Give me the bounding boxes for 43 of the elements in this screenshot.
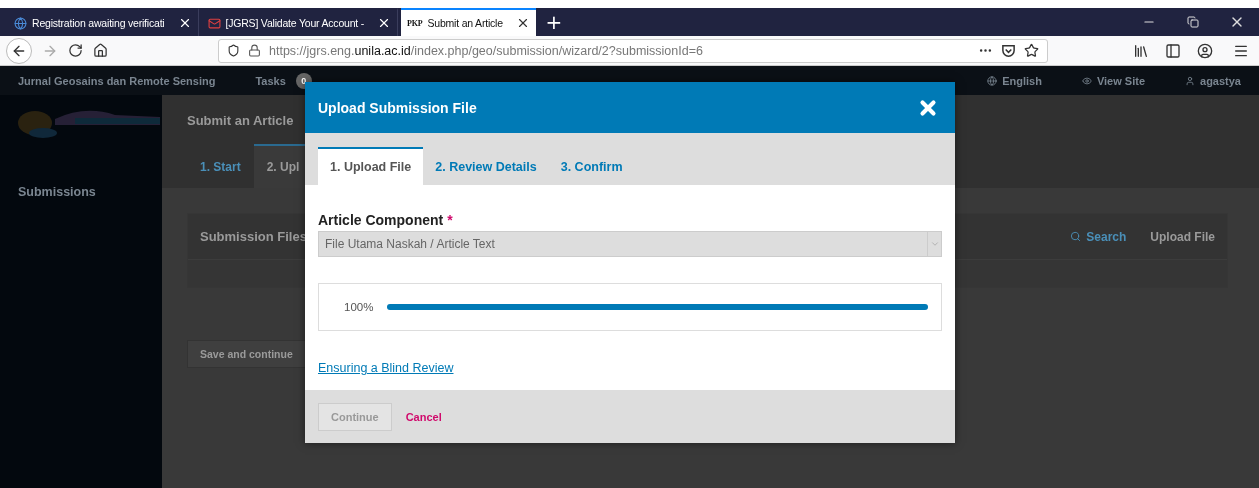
required-mark: * [447, 212, 453, 228]
new-tab-button[interactable]: + [538, 8, 569, 36]
url-text: https://jgrs.eng.unila.ac.id/index.php/geo/submission/wizard/2?submissionId=6 [269, 43, 704, 58]
journal-title[interactable]: Jurnal Geosains dan Remote Sensing [18, 74, 216, 87]
panel-title: Submission Files [200, 229, 307, 244]
reload-icon[interactable] [68, 43, 83, 58]
view-site-link[interactable]: View Site [1081, 74, 1145, 87]
progress-reading: 100% [344, 301, 374, 313]
pocket-icon[interactable] [1001, 43, 1016, 58]
site-logo: PKP [407, 18, 423, 28]
field-label: Article Component * [318, 212, 454, 228]
library-icon[interactable] [1133, 42, 1149, 59]
search-icon [1070, 231, 1082, 242]
step-tab[interactable]: 1. Start [187, 144, 254, 188]
globe-icon [987, 75, 998, 86]
dialog-title: Upload Submission File [318, 99, 477, 116]
back-button[interactable] [6, 37, 32, 64]
sidebar-item[interactable]: Submissions [0, 185, 162, 199]
dialog-tab[interactable]: 1. Upload File [318, 147, 424, 185]
upload-link[interactable]: Upload File [1150, 229, 1215, 244]
user-icon [1185, 75, 1195, 86]
star-icon[interactable] [1024, 43, 1039, 58]
lock-icon [248, 44, 261, 57]
sidebar-icon[interactable] [1165, 42, 1181, 59]
home-icon[interactable] [93, 43, 108, 58]
eye-icon [1081, 75, 1092, 86]
account-icon[interactable] [1197, 42, 1213, 59]
language-link[interactable]: English [987, 74, 1042, 87]
save-button[interactable]: Save and continue [187, 340, 306, 368]
globe-icon [14, 16, 27, 30]
dialog-tab[interactable]: 2. Review Details [423, 147, 549, 185]
caret-icon [927, 232, 941, 256]
address-bar[interactable]: https://jgrs.eng.unila.ac.id/index.php/geo/submission/wizard/2?submissionId=6 [218, 38, 1048, 63]
envelope-icon [207, 16, 221, 30]
search-link[interactable]: Search [1070, 229, 1127, 244]
cancel-button[interactable]: Cancel [405, 403, 442, 430]
browser-tab[interactable]: PKP Submit an Article [401, 8, 536, 36]
page-title: Submit an Article [187, 113, 294, 128]
dialog-tab[interactable]: 3. Confirm [548, 147, 635, 185]
shield-icon[interactable] [227, 44, 240, 57]
blind-review-link[interactable]: Ensuring a Blind Review [318, 361, 454, 375]
user-link[interactable]: agastya [1185, 74, 1241, 87]
component-select[interactable]: File Utama Naskah / Article Text [318, 231, 942, 257]
